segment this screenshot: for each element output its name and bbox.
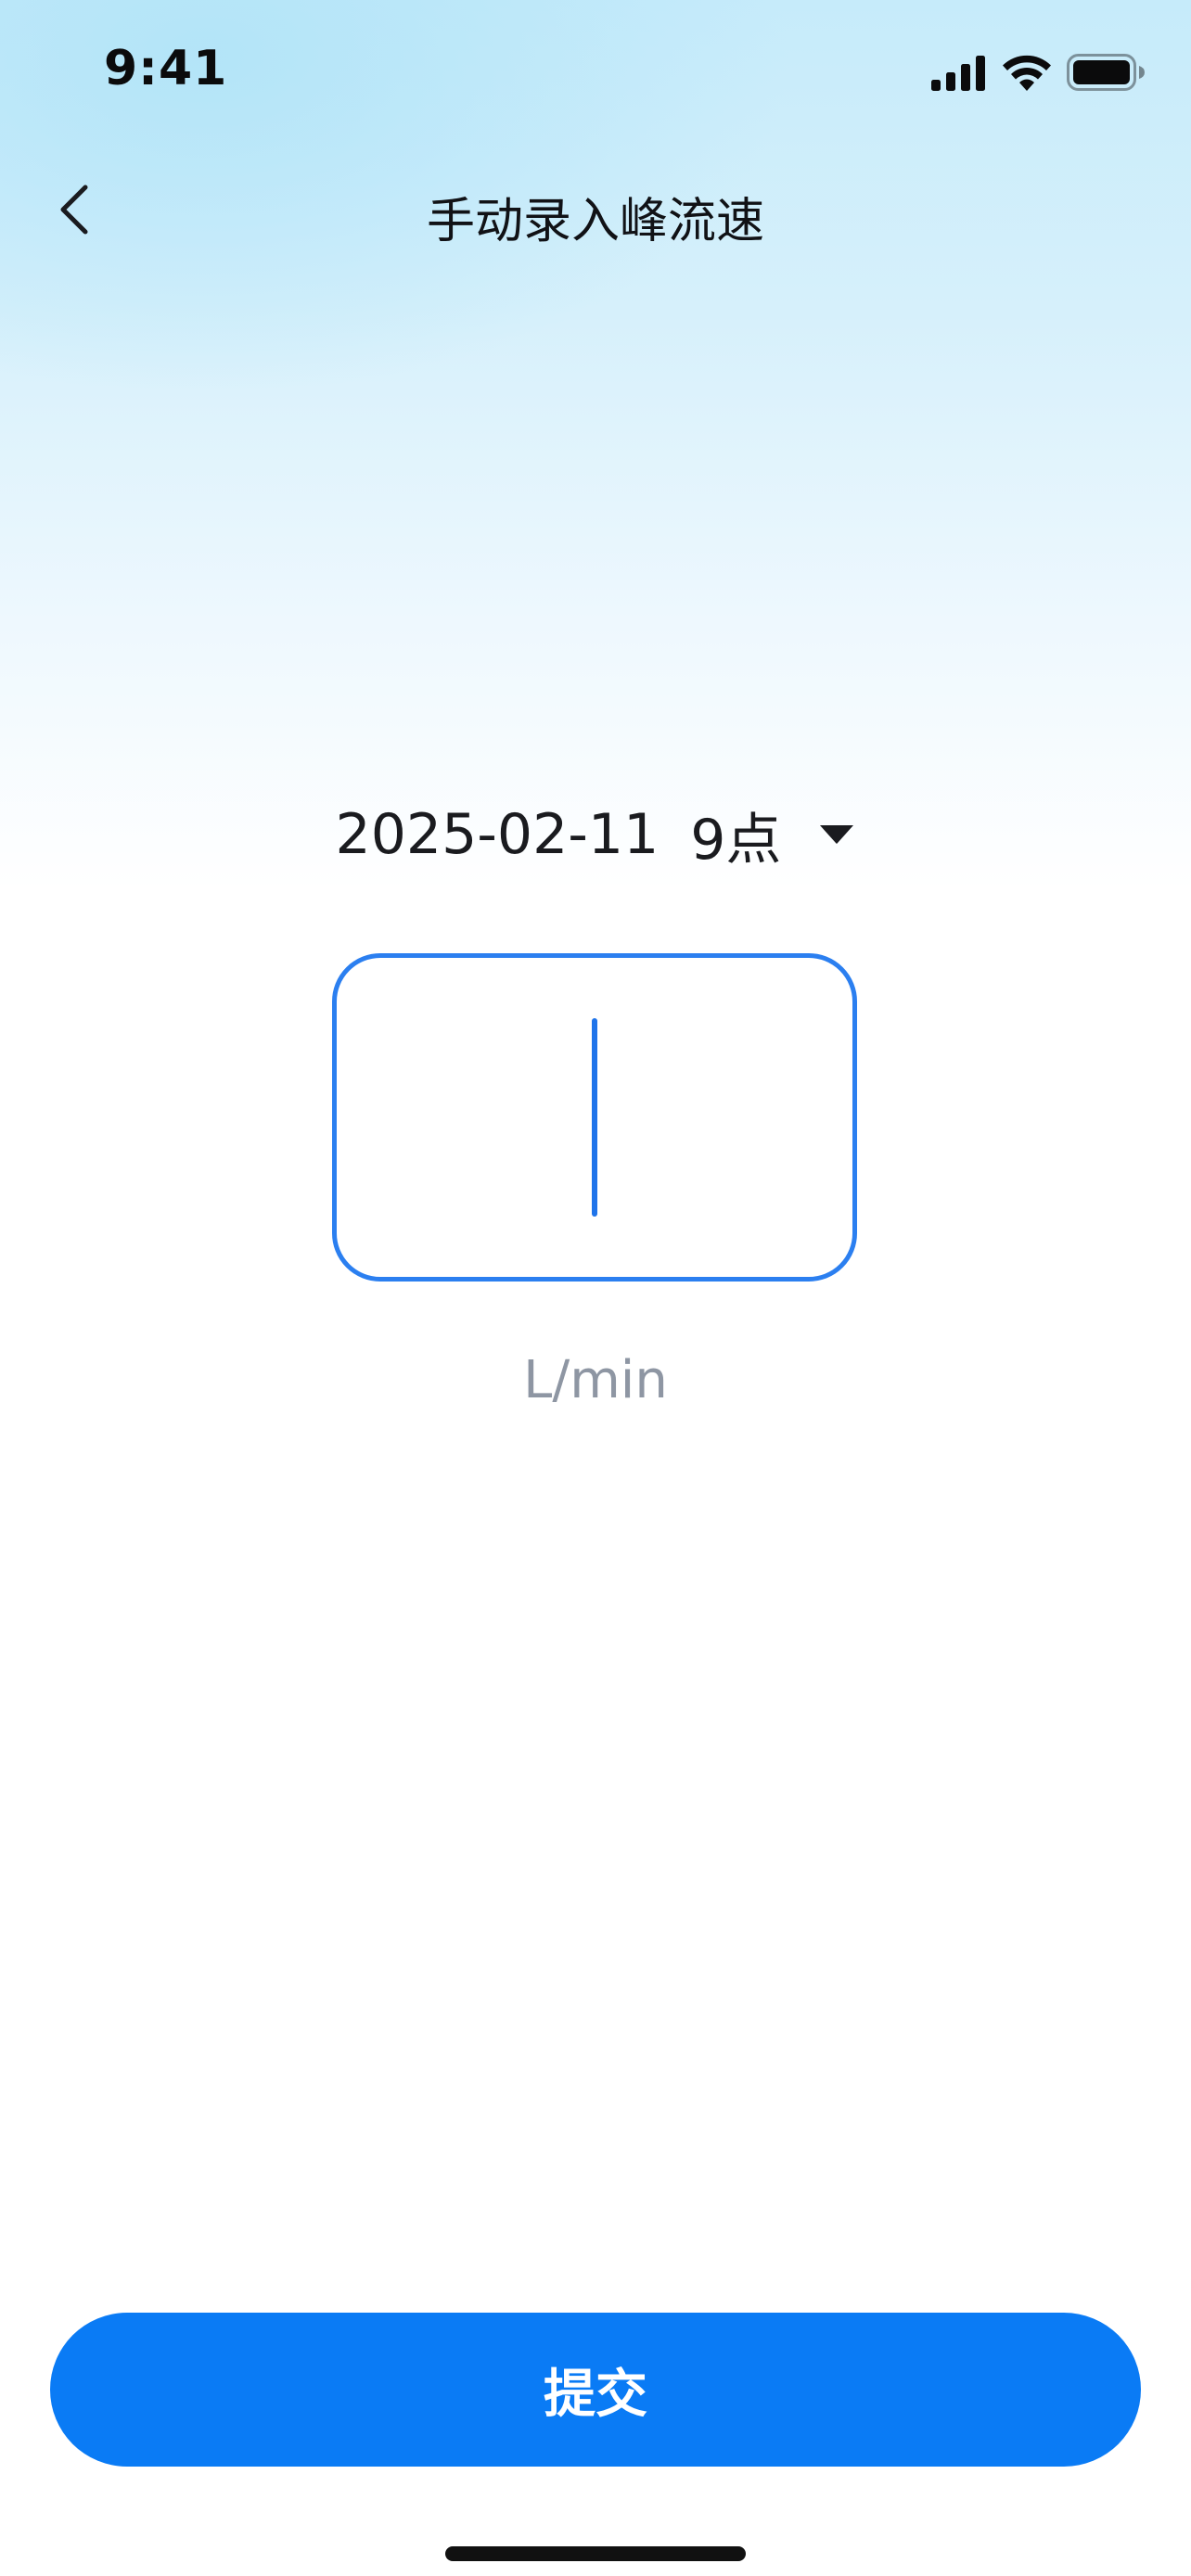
unit-label: L/min: [523, 1350, 668, 1410]
submit-button[interactable]: 提交: [50, 2313, 1141, 2467]
record-hour: 9点: [690, 807, 782, 873]
record-date: 2025-02-11: [335, 802, 660, 867]
navigation-bar: 手动录入峰流速: [0, 163, 1191, 256]
wifi-icon: [1003, 55, 1051, 91]
caret-down-icon: [820, 825, 854, 844]
signal-icon: [931, 56, 985, 91]
battery-icon: [1067, 54, 1145, 91]
home-indicator: [445, 2546, 746, 2561]
status-time: 9:41: [104, 41, 228, 96]
text-cursor: [592, 1018, 597, 1217]
peak-flow-input[interactable]: [332, 953, 857, 1282]
date-hour-selector[interactable]: 2025-02-11 9点: [0, 797, 1191, 873]
status-bar: 9:41: [0, 0, 1191, 139]
page-title: 手动录入峰流速: [426, 194, 764, 249]
